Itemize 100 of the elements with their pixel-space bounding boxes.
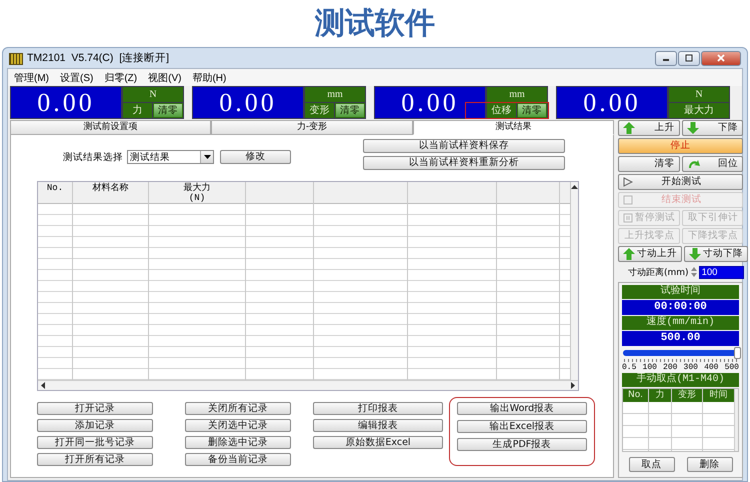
close-icon: [717, 54, 725, 62]
tick-label: 0.5: [622, 363, 636, 372]
column-header: No.: [623, 389, 648, 402]
record-button[interactable]: 打开记录: [37, 402, 153, 415]
channel-label: 位移: [487, 103, 516, 118]
column-header: No.: [38, 182, 72, 204]
column-header: 材料名称: [73, 182, 148, 204]
column-header: 变形: [672, 389, 702, 402]
down-arrow-icon: [686, 122, 698, 134]
header-cell: [497, 182, 559, 204]
tick-label: 100: [642, 363, 657, 372]
tab[interactable]: 测试结果: [412, 120, 614, 135]
record-button[interactable]: 关闭选中记录: [185, 419, 291, 432]
control-button[interactable]: 上升: [618, 120, 680, 136]
time-display: 00:00:00: [622, 300, 739, 315]
menu-item[interactable]: 帮助(H): [192, 70, 226, 84]
record-button[interactable]: 输出Excel报表: [457, 420, 587, 433]
caret-icon: [204, 155, 210, 159]
record-button[interactable]: 输出Word报表: [457, 402, 587, 415]
sample-button[interactable]: 以当前试样资料保存: [363, 139, 565, 153]
readout-display: 0.00: [557, 87, 667, 118]
record-button[interactable]: 关闭所有记录: [185, 402, 291, 415]
menu-item[interactable]: 归零(Z): [104, 70, 138, 84]
sample-button[interactable]: 以当前试样资料重新分析: [363, 156, 565, 170]
pause-icon: [623, 213, 633, 223]
header-cell: [560, 182, 570, 204]
jog-distance-field[interactable]: 100: [698, 266, 744, 278]
panel-title: 试验时间: [622, 285, 739, 299]
field-label: 测试结果选择: [63, 150, 123, 164]
minimize-button[interactable]: [655, 50, 677, 66]
spinner-arrows[interactable]: [690, 266, 697, 278]
record-button[interactable]: 删除选中记录: [185, 436, 291, 449]
tick-label: 400: [704, 363, 718, 372]
record-button[interactable]: 打开所有记录: [37, 453, 153, 466]
tab[interactable]: 测试前设置项: [10, 120, 212, 135]
down-arrow-icon: [689, 248, 701, 260]
clear-button[interactable]: 清零: [335, 103, 365, 118]
scroll-left-icon: [41, 382, 45, 389]
panel-title: 手动取点(M1-M40): [622, 373, 739, 387]
unit-label: mm: [487, 87, 547, 102]
control-button[interactable]: 清零: [618, 156, 680, 172]
speed-slider[interactable]: [623, 350, 738, 356]
window-title: TM2101 V5.74(C) [连接断开]: [27, 51, 170, 65]
panel-title: 速度(mm/min): [622, 316, 739, 330]
tick-label: 200: [663, 363, 678, 372]
clear-button[interactable]: 清零: [517, 103, 547, 118]
channel-label: 最大力: [669, 103, 729, 118]
column-header: 时间: [703, 389, 734, 402]
point-button[interactable]: 删除: [686, 457, 732, 472]
record-button[interactable]: 添加记录: [37, 419, 153, 432]
control-button[interactable]: 回位: [682, 156, 743, 172]
header-cell: [246, 182, 313, 204]
readout-display: 0.00: [375, 87, 485, 118]
vertical-scrollbar[interactable]: [735, 389, 738, 451]
scroll-up-icon: [571, 185, 578, 189]
tab[interactable]: 力-变形: [211, 120, 413, 135]
record-button[interactable]: 备份当前记录: [185, 453, 291, 466]
unit-label: N: [123, 87, 183, 102]
up-arrow-icon: [623, 122, 635, 134]
curved-arrow-icon: [686, 158, 700, 170]
result-dropdown[interactable]: 测试结果: [127, 150, 214, 164]
channel-label: 力: [123, 103, 152, 118]
up-arrow-icon: [623, 248, 635, 260]
point-button[interactable]: 取点: [628, 457, 674, 472]
close-button[interactable]: [701, 50, 741, 66]
menu-item[interactable]: 设置(S): [60, 70, 94, 84]
unit-label: mm: [305, 87, 365, 102]
control-button[interactable]: 开始测试: [618, 174, 743, 190]
page-heading: 测试软件: [314, 5, 436, 43]
unit-label: N: [669, 87, 729, 102]
column-header: 力: [649, 389, 671, 402]
control-button[interactable]: 寸动上升: [618, 246, 682, 262]
vertical-scrollbar[interactable]: [571, 182, 578, 380]
control-button[interactable]: 寸动下降: [684, 246, 748, 262]
scroll-right-icon: [571, 382, 575, 389]
control-button[interactable]: 下降: [682, 120, 743, 136]
menu-item[interactable]: 视图(V): [148, 70, 182, 84]
clear-button[interactable]: 清零: [153, 103, 183, 118]
readout-display: 0.00: [193, 87, 303, 118]
checkbox-icon: [623, 195, 633, 205]
horizontal-scrollbar[interactable]: [38, 380, 578, 390]
tick-label: 500: [724, 363, 739, 372]
channel-label: 变形: [305, 103, 334, 118]
tick-label: 300: [684, 363, 698, 372]
play-icon: [623, 177, 633, 187]
record-button[interactable]: 原始数据Excel: [313, 436, 443, 449]
record-button[interactable]: 打开同一批号记录: [37, 436, 153, 449]
maximize-button[interactable]: [678, 50, 700, 66]
record-button[interactable]: 编辑报表: [313, 419, 443, 432]
stop-button[interactable]: 停止: [618, 138, 743, 154]
record-button[interactable]: 打印报表: [313, 402, 443, 415]
maximize-icon: [685, 54, 693, 62]
speed-display: 500.00: [622, 331, 739, 346]
menu-item[interactable]: 管理(M): [14, 70, 49, 84]
field-label: 寸动距离(mm): [628, 266, 689, 278]
app-logo-icon: [9, 52, 23, 64]
slider-thumb[interactable]: [734, 347, 741, 359]
modify-button[interactable]: 修改: [220, 150, 291, 164]
readout-display: 0.00: [11, 87, 121, 118]
record-button[interactable]: 生成PDF报表: [457, 438, 587, 451]
